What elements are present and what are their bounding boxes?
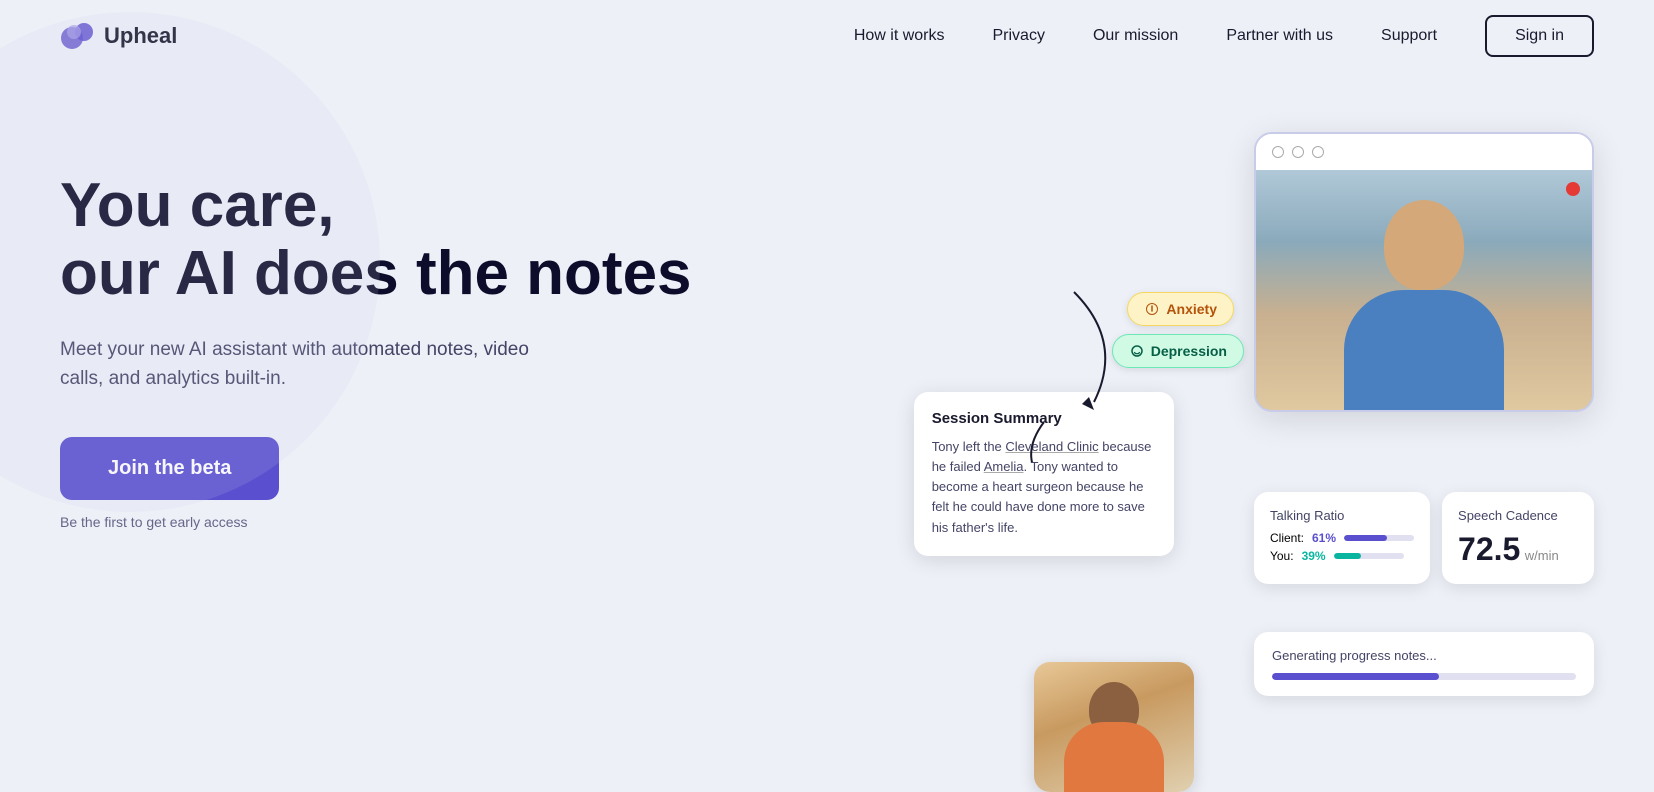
hero-left: You care, our AI does the notes Meet you…: [60, 112, 904, 792]
bottom-person-body: [1064, 722, 1164, 792]
client-progress-bar: [1344, 535, 1414, 541]
hero-section: You care, our AI does the notes Meet you…: [0, 72, 1654, 792]
window-titlebar: [1256, 134, 1592, 170]
you-progress-bar: [1334, 553, 1404, 559]
anxiety-tag: Anxiety: [1127, 292, 1234, 326]
recording-indicator: [1566, 182, 1580, 196]
progress-notes-label: Generating progress notes...: [1272, 648, 1576, 663]
nav-support[interactable]: Support: [1381, 27, 1437, 44]
hero-title: You care, our AI does the notes: [60, 172, 904, 308]
talking-ratio-label: Talking Ratio: [1270, 508, 1414, 523]
person-silhouette: [1256, 170, 1592, 410]
person-head: [1384, 200, 1464, 290]
you-progress-fill: [1334, 553, 1361, 559]
stats-row: Talking Ratio Client: 61% You: 39%: [1254, 492, 1594, 584]
talking-ratio-card: Talking Ratio Client: 61% You: 39%: [1254, 492, 1430, 584]
nav-our-mission[interactable]: Our mission: [1093, 27, 1178, 44]
window-dot-3: [1312, 146, 1324, 158]
session-summary-title: Session Summary: [932, 410, 1156, 427]
brand-name: Upheal: [104, 23, 177, 49]
bottom-video-thumbnail: [1034, 662, 1194, 792]
nav-privacy[interactable]: Privacy: [993, 27, 1045, 44]
client-percent: 61%: [1312, 531, 1336, 545]
person-body: [1344, 290, 1504, 410]
client-progress-fill: [1344, 535, 1387, 541]
window-dot-2: [1292, 146, 1304, 158]
video-call-window: [1254, 132, 1594, 412]
hero-subtitle: Meet your new AI assistant with automate…: [60, 336, 540, 393]
person-ref: Amelia: [984, 459, 1024, 474]
nav-how-it-works[interactable]: How it works: [854, 27, 945, 44]
client-label: Client:: [1270, 531, 1304, 545]
speech-cadence-card: Speech Cadence 72.5 w/min: [1442, 492, 1594, 584]
you-label: You:: [1270, 549, 1294, 563]
client-ratio-row: Client: 61%: [1270, 531, 1414, 545]
speech-cadence-value: 72.5 w/min: [1458, 531, 1578, 568]
session-summary-text: Tony left the Cleveland Clinic because h…: [932, 437, 1156, 538]
you-percent: 39%: [1302, 549, 1326, 563]
video-feed: [1256, 170, 1592, 410]
depression-icon: [1129, 343, 1145, 359]
progress-notes-fill: [1272, 673, 1439, 680]
you-ratio-row: You: 39%: [1270, 549, 1414, 563]
window-dot-1: [1272, 146, 1284, 158]
session-summary-card: Session Summary Tony left the Cleveland …: [914, 392, 1174, 556]
sign-in-button[interactable]: Sign in: [1485, 15, 1594, 57]
logo[interactable]: Upheal: [60, 22, 177, 50]
hero-right: Anxiety Depression Session Summary Tony …: [904, 112, 1594, 792]
progress-notes-card: Generating progress notes...: [1254, 632, 1594, 696]
join-beta-button[interactable]: Join the beta: [60, 437, 279, 500]
nav-partner[interactable]: Partner with us: [1226, 27, 1333, 44]
progress-notes-bar: [1272, 673, 1576, 680]
depression-tag: Depression: [1112, 334, 1244, 368]
anxiety-icon: [1144, 301, 1160, 317]
navbar: Upheal How it works Privacy Our mission …: [0, 0, 1654, 72]
nav-links: How it works Privacy Our mission Partner…: [854, 27, 1437, 45]
logo-icon: [60, 22, 96, 50]
early-access-text: Be the first to get early access: [60, 514, 904, 530]
speech-cadence-label: Speech Cadence: [1458, 508, 1578, 523]
clinic-ref: Cleveland Clinic: [1005, 439, 1098, 454]
